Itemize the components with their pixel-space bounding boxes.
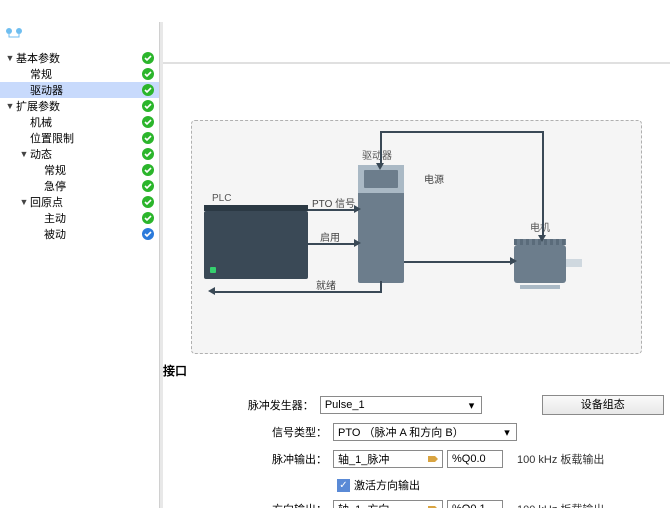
pto-signal-label: PTO 信号 xyxy=(312,195,355,210)
plc-label: PLC xyxy=(212,193,231,204)
chevron-down-icon: ▾ xyxy=(465,398,479,412)
tree-item[interactable]: ▸驱动器 xyxy=(0,82,159,98)
dir-output-address[interactable]: %Q0.1 xyxy=(447,500,503,508)
status-check-icon xyxy=(141,147,155,161)
status-check-icon xyxy=(141,179,155,193)
tree-item-label: 主动 xyxy=(44,210,141,226)
parameter-tree: ▼基本参数▸常规▸驱动器▼扩展参数▸机械▸位置限制▼动态▸常规▸急停▼回原点▸主… xyxy=(0,48,159,244)
status-check-icon xyxy=(141,195,155,209)
activate-direction-checkbox[interactable]: ✓ xyxy=(337,479,350,492)
signal-type-label: 信号类型： xyxy=(223,424,333,440)
status-check-icon xyxy=(141,115,155,129)
drive-box xyxy=(358,165,404,283)
pulse-output-address[interactable]: %Q0.0 xyxy=(447,450,503,468)
drive-label: 驱动器 xyxy=(362,147,392,162)
tree-item[interactable]: ▼回原点 xyxy=(0,194,159,210)
tree-item[interactable]: ▼基本参数 xyxy=(0,50,159,66)
status-check-icon xyxy=(141,83,155,97)
tree-item-label: 扩展参数 xyxy=(16,98,141,114)
status-check-icon xyxy=(141,163,155,177)
tree-item-label: 被动 xyxy=(44,226,141,242)
parameter-tree-panel: ▼基本参数▸常规▸驱动器▼扩展参数▸机械▸位置限制▼动态▸常规▸急停▼回原点▸主… xyxy=(0,22,160,508)
tree-expand-icon[interactable]: ▼ xyxy=(18,149,30,159)
status-check-icon xyxy=(141,99,155,113)
tree-item[interactable]: ▸常规 xyxy=(0,66,159,82)
status-check-icon xyxy=(141,67,155,81)
power-label: 电源 xyxy=(424,171,444,186)
device-config-button[interactable]: 设备组态 xyxy=(542,395,665,415)
tree-item[interactable]: ▸被动 xyxy=(0,226,159,242)
pulse-gen-dropdown[interactable]: Pulse_1 ▾ xyxy=(320,396,482,414)
pulse-output-dropdown[interactable]: 轴_1_脉冲 xyxy=(333,450,443,468)
tree-item-label: 驱动器 xyxy=(30,82,141,98)
tree-item[interactable]: ▸急停 xyxy=(0,178,159,194)
status-check-icon xyxy=(141,131,155,145)
tree-item-label: 回原点 xyxy=(30,194,141,210)
tree-item-label: 急停 xyxy=(44,178,141,194)
tree-expand-icon[interactable]: ▼ xyxy=(4,53,16,63)
pulse-output-label: 脉冲输出： xyxy=(223,451,333,467)
plc-box xyxy=(204,211,308,279)
main-content: PLC 驱动器 电机 电源 xyxy=(163,22,670,508)
motor-box xyxy=(514,237,582,285)
tree-expand-icon[interactable]: ▼ xyxy=(4,101,16,111)
dir-output-dropdown[interactable]: 轴_1_方向 xyxy=(333,500,443,508)
tree-item-label: 位置限制 xyxy=(30,130,141,146)
tree-item[interactable]: ▸主动 xyxy=(0,210,159,226)
tree-item-label: 动态 xyxy=(30,146,141,162)
hw-interface-title: 接口 xyxy=(163,354,664,385)
sidebar-header xyxy=(0,22,159,48)
tree-item-label: 机械 xyxy=(30,114,141,130)
pulse-freq-text: 100 kHz 板载输出 xyxy=(517,451,604,467)
tree-item[interactable]: ▸位置限制 xyxy=(0,130,159,146)
dir-freq-text: 100 kHz 板载输出 xyxy=(517,501,604,508)
tag-icon xyxy=(426,502,440,508)
tree-item[interactable]: ▸机械 xyxy=(0,114,159,130)
activate-direction-label: 激活方向输出 xyxy=(354,477,420,493)
chevron-down-icon: ▾ xyxy=(500,425,514,439)
motor-label: 电机 xyxy=(530,219,550,234)
dir-output-value: 轴_1_方向 xyxy=(338,501,426,508)
signal-type-value: PTO （脉冲 A 和方向 B） xyxy=(338,424,500,440)
tag-icon xyxy=(426,452,440,466)
status-check-icon xyxy=(141,211,155,225)
ready-label: 就绪 xyxy=(316,277,336,292)
pulse-gen-label: 脉冲发生器： xyxy=(223,397,320,413)
ruler-line xyxy=(163,62,670,64)
tree-item-label: 基本参数 xyxy=(16,50,141,66)
topology-diagram: PLC 驱动器 电机 电源 xyxy=(191,120,642,354)
tree-item-label: 常规 xyxy=(44,162,141,178)
tree-expand-icon[interactable]: ▼ xyxy=(18,197,30,207)
dir-output-label: 方向输出： xyxy=(223,501,333,508)
tree-item-label: 常规 xyxy=(30,66,141,82)
tree-item[interactable]: ▼扩展参数 xyxy=(0,98,159,114)
pulse-output-value: 轴_1_脉冲 xyxy=(338,451,426,467)
tree-item[interactable]: ▼动态 xyxy=(0,146,159,162)
status-check-icon xyxy=(141,227,155,241)
signal-type-dropdown[interactable]: PTO （脉冲 A 和方向 B） ▾ xyxy=(333,423,517,441)
enable-label: 启用 xyxy=(320,229,340,244)
pulse-gen-value: Pulse_1 xyxy=(325,399,465,411)
status-check-icon xyxy=(141,51,155,65)
tree-item[interactable]: ▸常规 xyxy=(0,162,159,178)
